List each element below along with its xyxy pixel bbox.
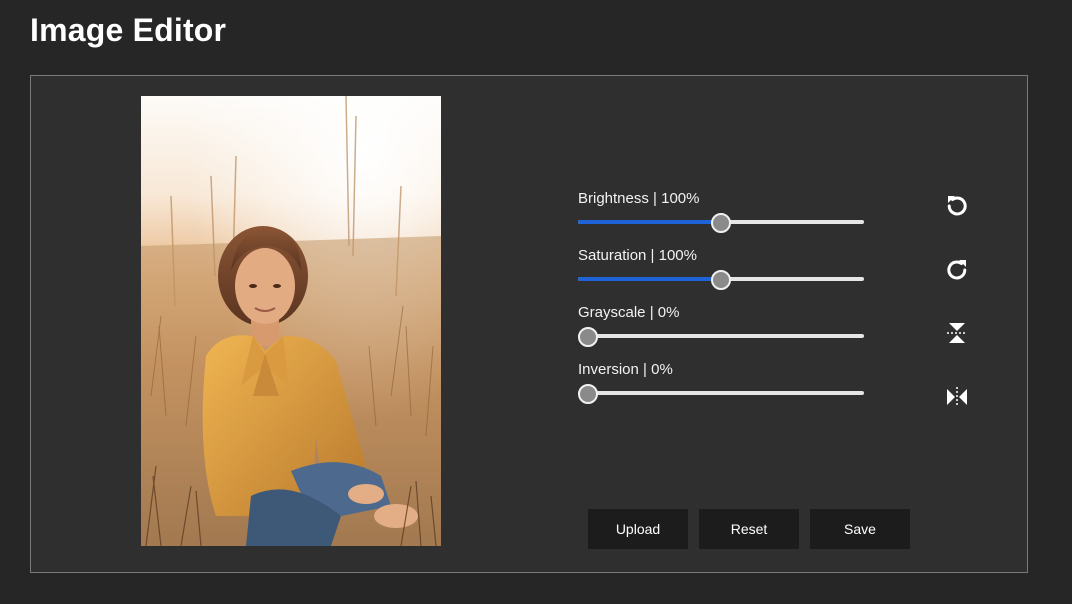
image-preview (141, 96, 441, 546)
flip-vertical-button[interactable] (939, 315, 975, 351)
flip-vertical-icon (947, 323, 967, 343)
slider-track (578, 391, 864, 395)
brightness-slider[interactable] (578, 212, 864, 233)
flip-horizontal-icon (947, 387, 967, 407)
rotate-left-icon (947, 196, 967, 216)
slider-thumb[interactable] (578, 384, 598, 404)
rotate-left-button[interactable] (939, 187, 975, 223)
reset-button[interactable]: Reset (699, 509, 799, 549)
rotate-right-icon (947, 260, 967, 280)
rotate-right-button[interactable] (939, 251, 975, 287)
brightness-control: Brightness | 100% (578, 190, 868, 233)
inversion-label: Inversion | 0% (578, 361, 673, 378)
slider-fill (578, 277, 721, 281)
saturation-control: Saturation | 100% (578, 247, 868, 290)
grayscale-slider[interactable] (578, 326, 864, 347)
grayscale-control: Grayscale | 0% (578, 304, 868, 347)
grayscale-label: Grayscale | 0% (578, 304, 680, 321)
slider-thumb[interactable] (711, 213, 731, 233)
save-button[interactable]: Save (810, 509, 910, 549)
slider-thumb[interactable] (711, 270, 731, 290)
editor-panel: Brightness | 100% Saturation | 100% Gray… (30, 75, 1028, 573)
upload-button[interactable]: Upload (588, 509, 688, 549)
page-title: Image Editor (30, 12, 227, 48)
slider-track (578, 334, 864, 338)
saturation-slider[interactable] (578, 269, 864, 290)
slider-thumb[interactable] (578, 327, 598, 347)
flip-horizontal-button[interactable] (939, 379, 975, 415)
saturation-label: Saturation | 100% (578, 247, 697, 264)
inversion-slider[interactable] (578, 383, 864, 404)
inversion-control: Inversion | 0% (578, 361, 868, 404)
brightness-label: Brightness | 100% (578, 190, 700, 207)
slider-fill (578, 220, 721, 224)
